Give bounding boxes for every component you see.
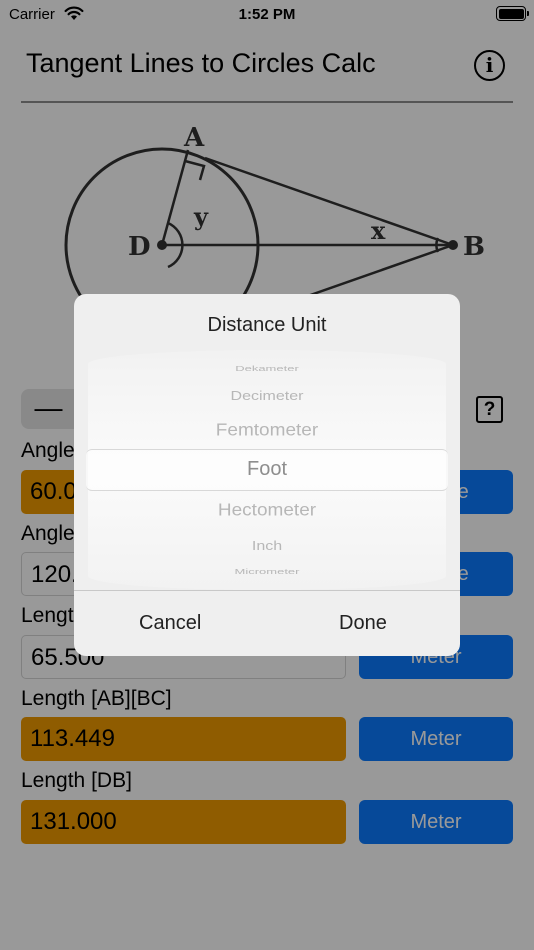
distance-unit-picker-modal: Distance Unit Dekameter Decimeter Femtom…	[74, 294, 460, 656]
done-button[interactable]: Done	[339, 612, 387, 635]
picker-option[interactable]: Decimeter	[88, 390, 446, 404]
modal-title: Distance Unit	[207, 314, 327, 336]
unit-picker-wheel[interactable]: Dekameter Decimeter Femtometer Foot Hect…	[86, 350, 448, 590]
modal-divider	[74, 590, 460, 591]
picker-option[interactable]: Dekameter	[88, 364, 446, 372]
picker-option[interactable]: Inch	[88, 540, 446, 554]
picker-option[interactable]: Femtometer	[88, 421, 446, 441]
picker-option-selected[interactable]: Foot	[88, 458, 446, 481]
cancel-button[interactable]: Cancel	[139, 612, 201, 635]
picker-option[interactable]: Hectometer	[88, 501, 446, 521]
picker-option[interactable]: Micrometer	[88, 567, 446, 575]
